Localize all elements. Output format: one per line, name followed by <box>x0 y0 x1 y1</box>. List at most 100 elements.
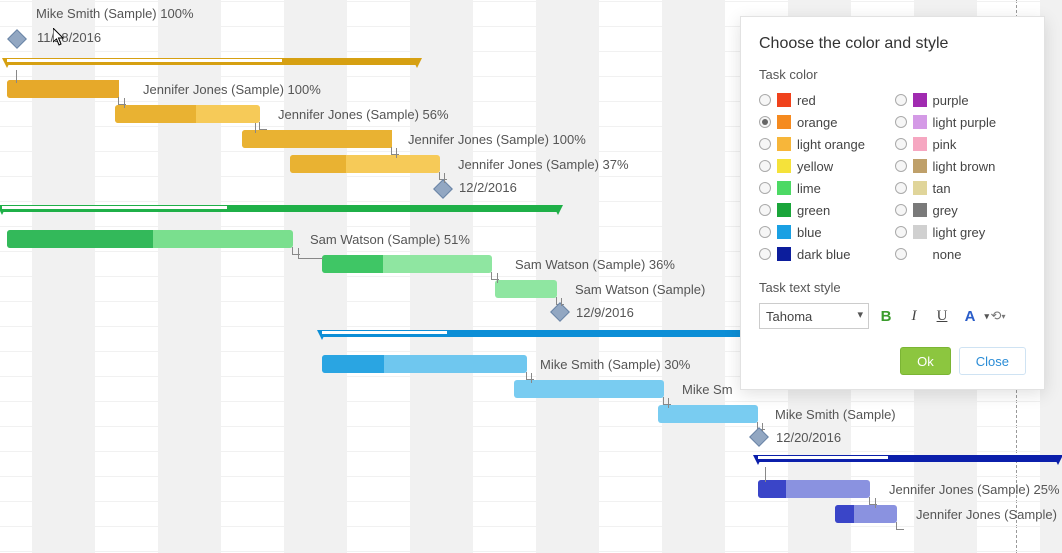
task-bar[interactable] <box>322 355 527 373</box>
color-label: none <box>933 247 962 262</box>
radio-icon <box>895 182 907 194</box>
ok-button[interactable]: Ok <box>900 347 951 375</box>
radio-icon <box>895 248 907 260</box>
task-bar[interactable] <box>495 280 557 298</box>
color-option-none[interactable]: none <box>895 244 1027 264</box>
color-swatch <box>777 115 791 129</box>
radio-icon <box>759 182 771 194</box>
color-label: light orange <box>797 137 865 152</box>
underline-button[interactable]: U <box>931 305 953 327</box>
task-label: Jennifer Jones (Sample) 100% <box>408 132 586 147</box>
task-bar[interactable] <box>7 230 293 248</box>
task-bar[interactable] <box>835 505 897 523</box>
task-label: Mike Smith (Sample) 30% <box>540 357 690 372</box>
color-label: orange <box>797 115 837 130</box>
task-label: Jennifer Jones (Sample) 37% <box>458 157 629 172</box>
radio-icon <box>895 160 907 172</box>
color-option-light-orange[interactable]: light orange <box>759 134 891 154</box>
radio-icon <box>895 138 907 150</box>
italic-button[interactable]: I <box>903 305 925 327</box>
milestone-date-label: 11/18/2016 <box>37 30 101 45</box>
color-label: red <box>797 93 816 108</box>
radio-icon <box>895 204 907 216</box>
task-label: Mike Sm <box>682 382 733 397</box>
task-bar[interactable] <box>290 155 440 173</box>
font-color-button[interactable]: A <box>959 305 981 327</box>
color-swatch <box>913 203 927 217</box>
bold-button[interactable]: B <box>875 305 897 327</box>
color-option-dark-blue[interactable]: dark blue <box>759 244 891 264</box>
color-label: dark blue <box>797 247 850 262</box>
color-label: blue <box>797 225 822 240</box>
color-option-blue[interactable]: blue <box>759 222 891 242</box>
radio-icon <box>759 160 771 172</box>
color-option-light-grey[interactable]: light grey <box>895 222 1027 242</box>
font-select[interactable]: Tahoma <box>759 303 869 329</box>
task-bar[interactable] <box>242 130 392 148</box>
milestone-date-label: 12/2/2016 <box>459 180 517 195</box>
color-option-pink[interactable]: pink <box>895 134 1027 154</box>
color-option-light-brown[interactable]: light brown <box>895 156 1027 176</box>
task-label: Jennifer Jones (Sample) <box>916 507 1057 522</box>
color-swatch <box>913 115 927 129</box>
task-label: Sam Watson (Sample) 51% <box>310 232 470 247</box>
color-option-tan[interactable]: tan <box>895 178 1027 198</box>
color-swatch <box>777 203 791 217</box>
color-label: yellow <box>797 159 833 174</box>
panel-title: Choose the color and style <box>759 35 1026 53</box>
color-option-lime[interactable]: lime <box>759 178 891 198</box>
color-swatch <box>913 159 927 173</box>
radio-icon <box>759 204 771 216</box>
task-bar[interactable] <box>322 255 492 273</box>
task-label: Mike Smith (Sample) 100% <box>36 6 194 21</box>
color-option-light-purple[interactable]: light purple <box>895 112 1027 132</box>
task-color-label: Task color <box>759 67 1026 82</box>
color-swatch <box>913 225 927 239</box>
task-bar[interactable] <box>115 105 260 123</box>
color-option-grey[interactable]: grey <box>895 200 1027 220</box>
summary-bar[interactable] <box>758 455 1058 465</box>
summary-bar[interactable] <box>322 330 752 340</box>
color-label: pink <box>933 137 957 152</box>
milestone-date-label: 12/20/2016 <box>776 430 841 445</box>
task-label: Mike Smith (Sample) <box>775 407 896 422</box>
task-bar[interactable] <box>758 480 870 498</box>
milestone-date-label: 12/9/2016 <box>576 305 634 320</box>
color-swatch <box>777 159 791 173</box>
summary-bar[interactable] <box>7 58 417 68</box>
task-label: Jennifer Jones (Sample) 25% <box>889 482 1060 497</box>
color-swatch <box>777 181 791 195</box>
summary-bar[interactable] <box>2 205 558 215</box>
radio-icon <box>759 116 771 128</box>
radio-icon <box>759 94 771 106</box>
color-option-yellow[interactable]: yellow <box>759 156 891 176</box>
link-style-button[interactable]: ⟲▾ <box>987 305 1009 327</box>
color-option-red[interactable]: red <box>759 90 891 110</box>
radio-icon <box>895 226 907 238</box>
color-option-green[interactable]: green <box>759 200 891 220</box>
task-label: Sam Watson (Sample) 36% <box>515 257 675 272</box>
color-style-panel: Choose the color and style Task color re… <box>740 16 1045 390</box>
color-swatch <box>777 247 791 261</box>
color-label: purple <box>933 93 969 108</box>
task-label: Jennifer Jones (Sample) 56% <box>278 107 449 122</box>
radio-icon <box>759 138 771 150</box>
color-label: light grey <box>933 225 986 240</box>
color-swatch <box>913 181 927 195</box>
color-label: green <box>797 203 830 218</box>
color-label: grey <box>933 203 958 218</box>
color-swatch <box>777 225 791 239</box>
radio-icon <box>759 248 771 260</box>
color-label: lime <box>797 181 821 196</box>
color-label: light purple <box>933 115 997 130</box>
radio-icon <box>895 94 907 106</box>
task-label: Sam Watson (Sample) <box>575 282 705 297</box>
close-button[interactable]: Close <box>959 347 1026 375</box>
task-bar[interactable] <box>7 80 119 98</box>
color-option-orange[interactable]: orange <box>759 112 891 132</box>
radio-icon <box>759 226 771 238</box>
color-option-purple[interactable]: purple <box>895 90 1027 110</box>
task-bar[interactable] <box>514 380 664 398</box>
task-bar[interactable] <box>658 405 758 423</box>
radio-icon <box>895 116 907 128</box>
